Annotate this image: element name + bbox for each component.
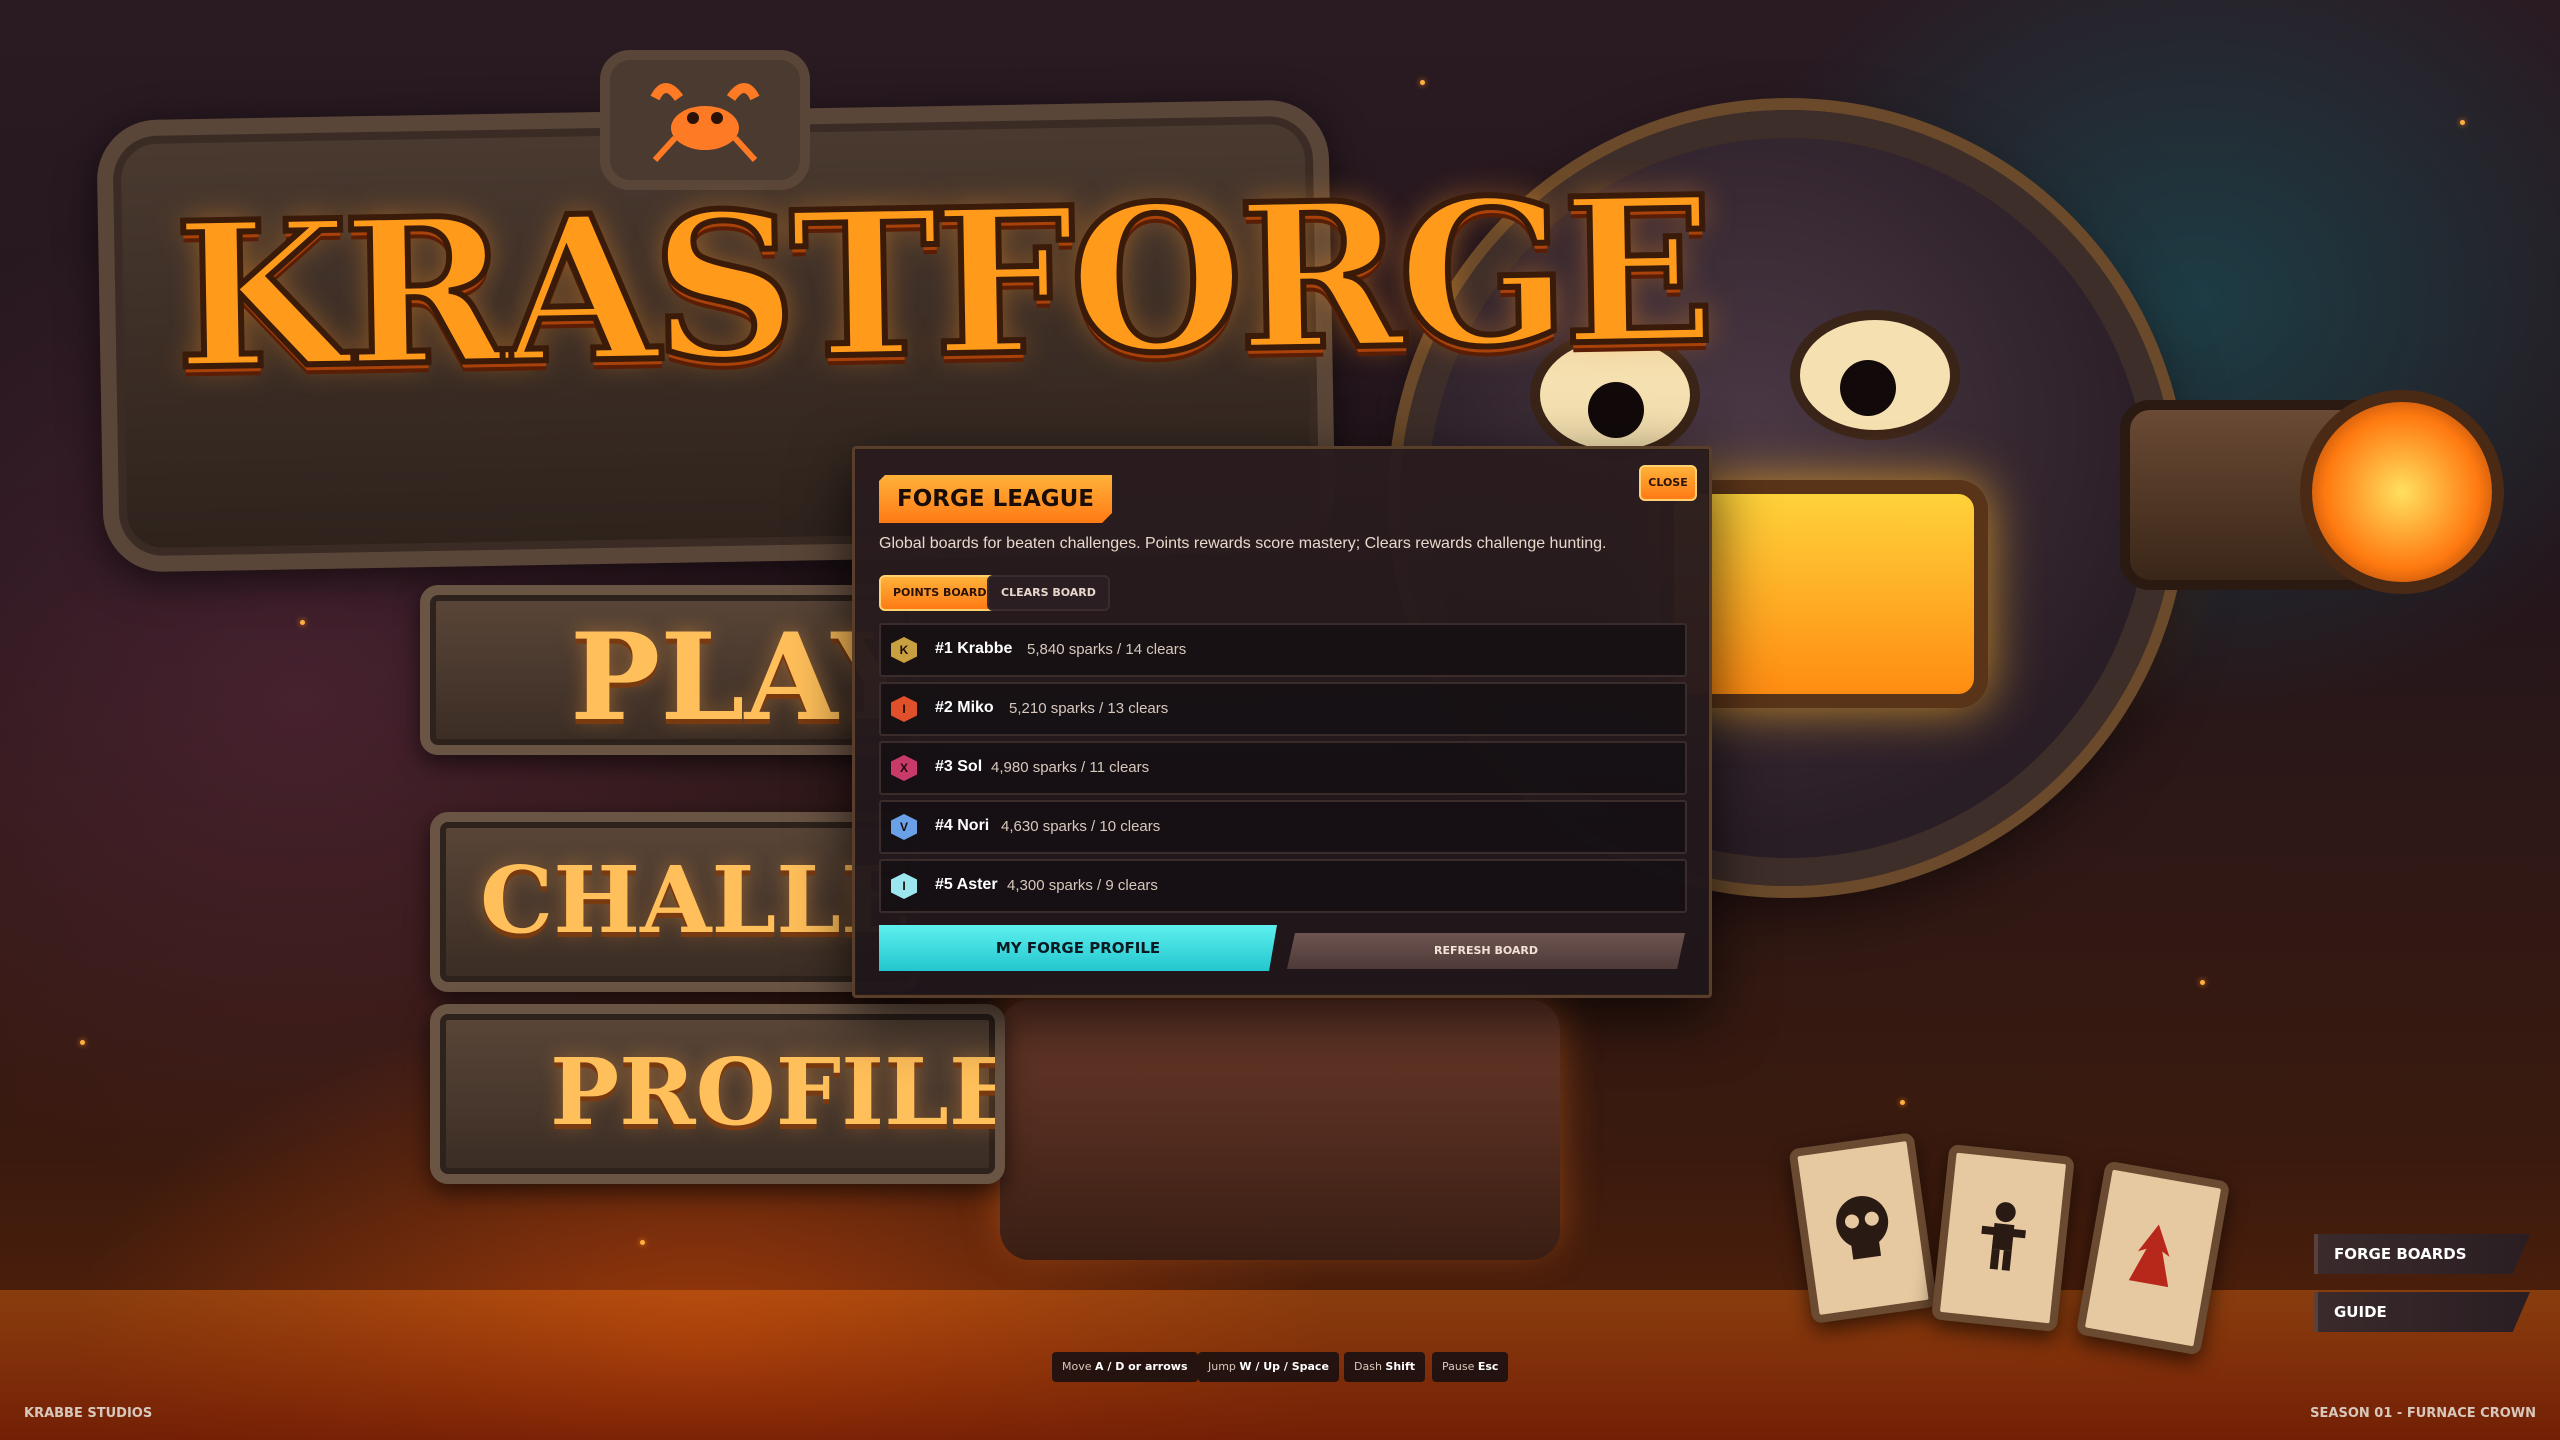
studio-credit: KRABBE STUDIOS [24,1406,153,1421]
control-action: Jump [1208,1360,1236,1373]
forge-boards-button[interactable]: FORGE BOARDS [2314,1234,2530,1274]
player-name: #2 Miko [935,699,994,716]
control-action: Move [1062,1360,1092,1373]
control-hint-jump: Jump W / Up / Space [1198,1352,1339,1382]
cannon-fire-glow [2300,390,2504,594]
control-keys: W / Up / Space [1239,1360,1329,1373]
control-action: Dash [1354,1360,1382,1373]
profile-label: PROFILE [550,1038,1005,1146]
ember-particle [2200,980,2205,985]
season-label: SEASON 01 - FURNACE CROWN [2310,1406,2536,1421]
control-hint-move: Move A / D or arrows [1052,1352,1198,1382]
player-name: #3 Sol [935,758,983,775]
my-forge-profile-button[interactable]: MY FORGE PROFILE [879,925,1277,971]
leaderboard-row[interactable]: V #4 Nori 4,630 sparks / 10 clears [879,800,1687,854]
control-action: Pause [1442,1360,1475,1373]
game-logo: KRASTFORGE [170,150,1714,418]
tab-clears-board[interactable]: CLEARS BOARD [987,575,1110,611]
player-name: #5 Aster [935,876,998,893]
control-hint-dash: Dash Shift [1344,1352,1425,1382]
ember-particle [1420,80,1425,85]
control-keys: A / D or arrows [1095,1360,1188,1373]
stone-platform [1000,1000,1560,1260]
player-stats: 4,630 sparks / 10 clears [1001,818,1161,835]
player-stats: 5,840 sparks / 14 clears [1027,641,1187,658]
forge-league-panel: FORGE LEAGUE CLOSE Global boards for bea… [852,446,1712,998]
ember-particle [80,1040,85,1045]
control-keys: Shift [1385,1360,1415,1373]
refresh-board-button[interactable]: REFRESH BOARD [1287,933,1685,969]
player-stats: 4,300 sparks / 9 clears [1007,877,1158,894]
tab-points-board[interactable]: POINTS BOARD [879,575,1001,611]
robot-right-eye [1790,310,1960,440]
skull-card [1788,1132,1938,1324]
leaderboard-row[interactable]: K #1 Krabbe 5,840 sparks / 14 clears [879,623,1687,677]
rank-badge-icon: X [891,755,917,781]
player-stats: 5,210 sparks / 13 clears [1009,700,1169,717]
leaderboard-row[interactable]: X #3 Sol 4,980 sparks / 11 clears [879,741,1687,795]
player-name: #1 Krabbe [935,640,1013,657]
control-keys: Esc [1477,1360,1499,1373]
player-stats: 4,980 sparks / 11 clears [991,759,1150,776]
rank-badge-icon: V [891,814,917,840]
play-button[interactable]: PLAY [420,585,920,755]
rank-badge-icon: K [891,637,917,663]
runner-card [1931,1143,2075,1333]
player-name: #4 Nori [935,817,990,834]
challenges-button[interactable]: CHALLENGES [430,812,920,992]
panel-title: FORGE LEAGUE [879,475,1112,523]
ember-particle [640,1240,645,1245]
rank-badge-icon: I [891,696,917,722]
rank-badge-icon: I [891,873,917,899]
panel-description: Global boards for beaten challenges. Poi… [879,535,1607,552]
close-button[interactable]: CLOSE [1639,465,1697,501]
control-hint-pause: Pause Esc [1432,1352,1509,1382]
leaderboard-row[interactable]: I #5 Aster 4,300 sparks / 9 clears [879,859,1687,913]
profile-button[interactable]: PROFILE [430,1004,1005,1184]
ember-particle [1900,1100,1905,1105]
guide-button[interactable]: GUIDE [2314,1292,2530,1332]
leaderboard-row[interactable]: I #2 Miko 5,210 sparks / 13 clears [879,682,1687,736]
ember-particle [2460,120,2465,125]
ember-particle [300,620,305,625]
